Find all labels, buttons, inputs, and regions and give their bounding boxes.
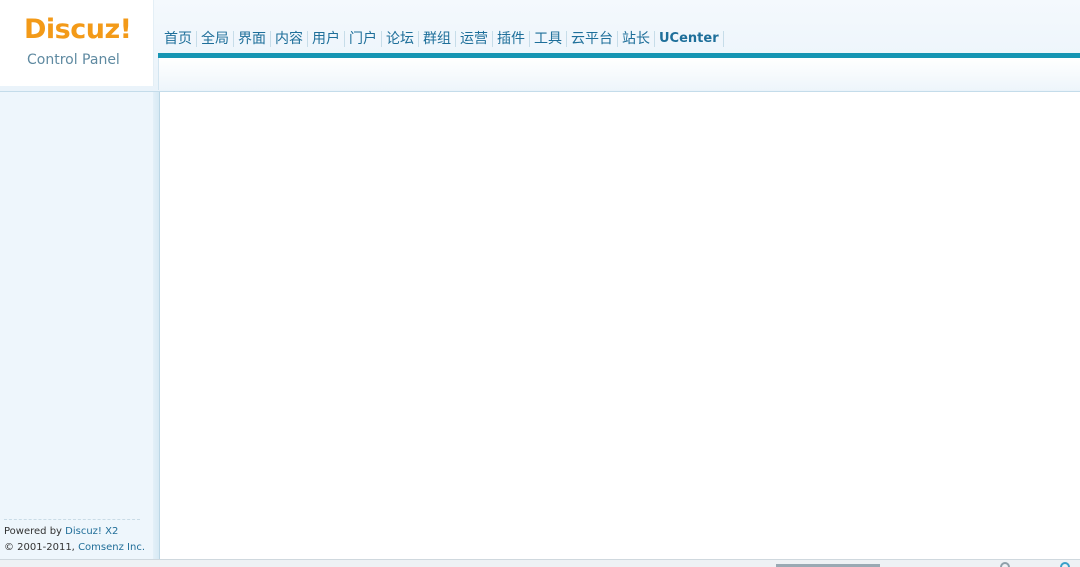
help-icon[interactable] (1060, 562, 1070, 567)
nav-item-portal[interactable]: 门户 (345, 31, 382, 47)
nav-item-home[interactable]: 首页 (160, 31, 197, 47)
sidebar-splitter[interactable] (153, 92, 160, 559)
nav-item-plugins[interactable]: 插件 (493, 31, 530, 47)
nav-item-forum[interactable]: 论坛 (382, 31, 419, 47)
sidebar-divider (4, 519, 140, 520)
powered-by-text: Powered by (4, 526, 62, 537)
comsenz-link[interactable]: Comsenz Inc. (78, 542, 145, 553)
admin-control-panel: Discuz! Control Panel 首页 全局 界面 内容 用户 门户 … (0, 0, 1080, 567)
nav-item-tools[interactable]: 工具 (530, 31, 567, 47)
bottom-strip (0, 559, 1080, 567)
copyright-text: © 2001-2011, (4, 542, 75, 553)
powered-by: Powered by Discuz! X2 (4, 526, 118, 538)
sidebar (0, 92, 153, 559)
nav-item-interface[interactable]: 界面 (234, 31, 271, 47)
header: Discuz! Control Panel 首页 全局 界面 内容 用户 门户 … (0, 0, 1080, 92)
copyright: © 2001-2011, Comsenz Inc. (4, 542, 145, 554)
nav-item-global[interactable]: 全局 (197, 31, 234, 47)
sub-menu-bar (158, 58, 1080, 90)
main-nav: 首页 全局 界面 内容 用户 门户 论坛 群组 运营 插件 工具 云平台 站长 … (160, 25, 724, 53)
nav-item-users[interactable]: 用户 (308, 31, 345, 47)
discuz-link[interactable]: Discuz! X2 (65, 526, 118, 537)
main-content-frame (160, 92, 1080, 559)
status-circle-icon (1000, 562, 1010, 567)
nav-item-groups[interactable]: 群组 (419, 31, 456, 47)
logo-area[interactable]: Discuz! Control Panel (0, 0, 154, 86)
nav-item-operations[interactable]: 运营 (456, 31, 493, 47)
logo-subtitle: Control Panel (27, 52, 120, 68)
nav-item-webmaster[interactable]: 站长 (618, 31, 655, 47)
nav-item-content[interactable]: 内容 (271, 31, 308, 47)
nav-item-ucenter[interactable]: UCenter (655, 31, 724, 47)
discuz-logo: Discuz! (24, 14, 132, 45)
nav-item-cloud[interactable]: 云平台 (567, 31, 618, 47)
